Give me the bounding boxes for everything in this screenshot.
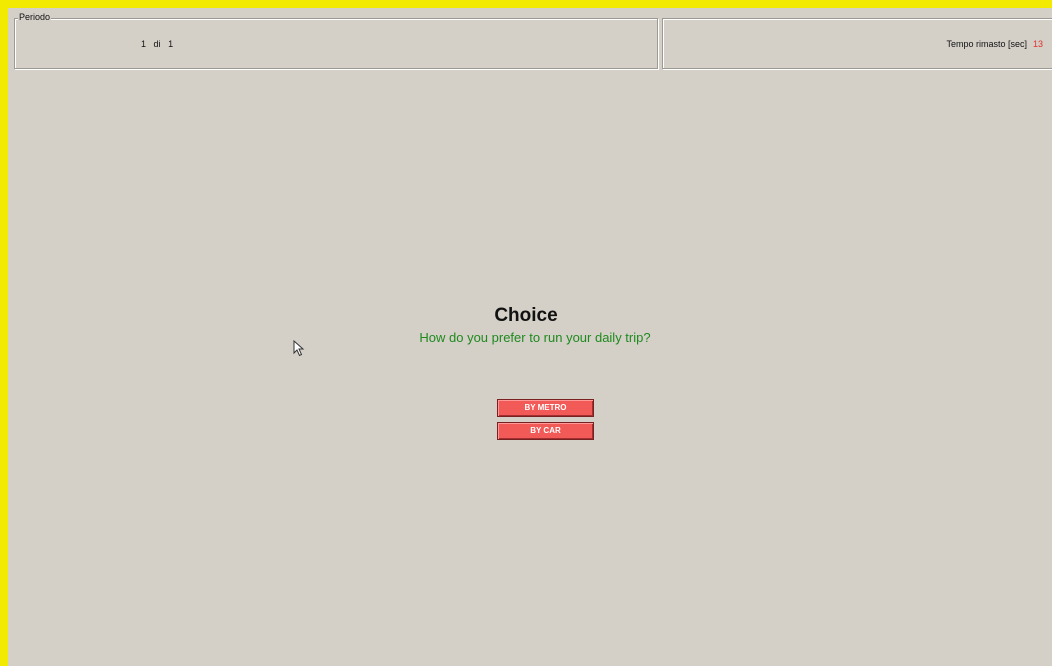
- period-current: 1: [141, 39, 147, 49]
- period-total: 1: [168, 39, 174, 49]
- period-group: Periodo 1 di 1: [14, 12, 659, 70]
- period-separator: di: [153, 39, 161, 49]
- choice-title: Choice: [494, 305, 558, 326]
- by-car-button[interactable]: BY CAR: [497, 422, 594, 440]
- time-remaining-value: 13: [1032, 39, 1043, 49]
- time-group: Tempo rimasto [sec] 13: [662, 18, 1052, 70]
- time-remaining-label: Tempo rimasto [sec]: [946, 39, 1027, 49]
- header: Periodo 1 di 1 Tempo rimasto [sec] 13: [14, 12, 1052, 70]
- by-metro-button[interactable]: BY METRO: [497, 399, 594, 417]
- time-remaining: Tempo rimasto [sec] 13: [946, 39, 1043, 49]
- period-group-title: Periodo: [18, 12, 52, 22]
- choice-question: How do you prefer to run your daily trip…: [419, 330, 651, 345]
- period-indicator: 1 di 1: [141, 39, 173, 49]
- mouse-pointer-icon: [293, 340, 305, 357]
